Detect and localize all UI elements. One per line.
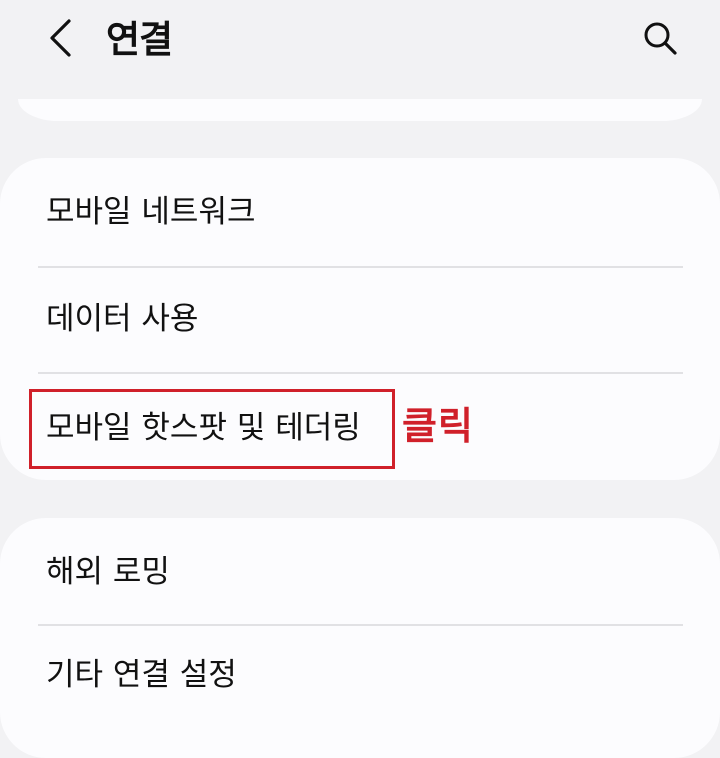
settings-card-more: 해외 로밍 기타 연결 설정 bbox=[0, 518, 720, 758]
settings-card-network: 모바일 네트워크 데이터 사용 모바일 핫스팟 및 테더링 bbox=[0, 158, 720, 480]
menu-item-mobile-network[interactable]: 모바일 네트워크 bbox=[0, 158, 720, 267]
previous-section-edge bbox=[18, 99, 702, 121]
menu-item-label: 데이터 사용 bbox=[46, 301, 199, 337]
annotation-click-label: 클릭 bbox=[402, 404, 474, 448]
menu-item-roaming[interactable]: 해외 로밍 bbox=[0, 518, 720, 625]
back-button[interactable] bbox=[36, 14, 84, 66]
search-button[interactable] bbox=[634, 14, 686, 66]
menu-item-hotspot-tethering[interactable]: 모바일 핫스팟 및 테더링 bbox=[0, 374, 720, 480]
menu-item-data-usage[interactable]: 데이터 사용 bbox=[0, 268, 720, 373]
menu-item-label: 모바일 네트워크 bbox=[46, 194, 256, 230]
app-bar: 연결 bbox=[0, 0, 720, 88]
menu-item-more-connection-settings[interactable]: 기타 연결 설정 bbox=[0, 626, 720, 758]
menu-item-label: 해외 로밍 bbox=[46, 554, 170, 590]
menu-item-label: 기타 연결 설정 bbox=[46, 657, 237, 693]
menu-item-label: 모바일 핫스팟 및 테더링 bbox=[46, 410, 361, 446]
search-icon bbox=[642, 20, 678, 60]
chevron-left-icon bbox=[47, 18, 73, 62]
page-title: 연결 bbox=[106, 18, 173, 61]
